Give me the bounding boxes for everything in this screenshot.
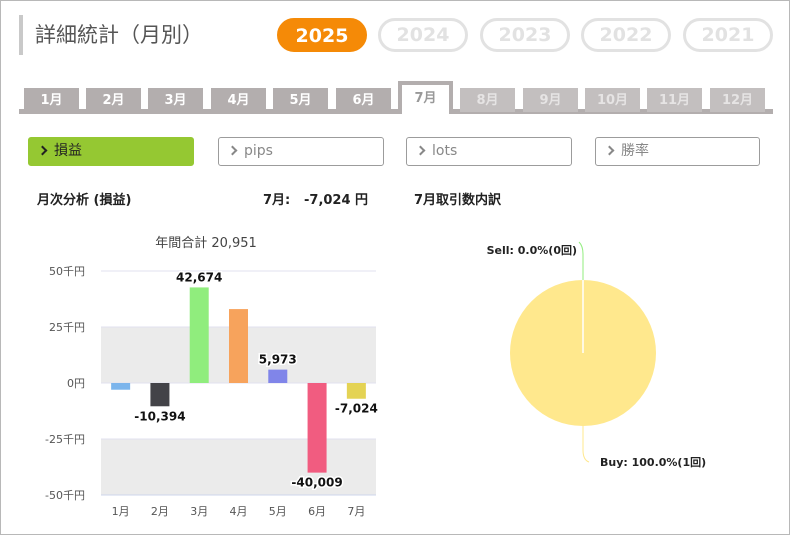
label-connector	[578, 241, 584, 280]
year-button-2025[interactable]: 2025	[277, 18, 367, 52]
bar	[268, 369, 288, 383]
tab-month-1[interactable]: 1月	[24, 88, 79, 112]
month-summary-value: -7,024 円	[304, 193, 369, 208]
tab-month-5[interactable]: 5月	[273, 88, 328, 112]
bar	[229, 309, 248, 383]
metric-button-profit[interactable]: 損益	[28, 137, 194, 166]
monthly-profit-chart: 年間合計 20,951 50千円 25千円 0円 -25千円 -50千円 1月 2月 -10,…	[45, 235, 379, 518]
analysis-heading: 月次分析 (損益)	[37, 193, 132, 208]
data-label: -10,394	[134, 409, 185, 423]
breakdown-heading: 7月取引数内訳	[414, 193, 502, 208]
year-button-2021[interactable]: 2021	[683, 18, 773, 52]
x-tick-label: 6月	[308, 505, 326, 518]
page-title: 詳細統計（月別）	[19, 15, 203, 55]
month-tabs: 1月 2月 3月 4月 5月 6月 7月 8月 9月 10月 11月 12月	[19, 81, 773, 115]
y-tick-label: -50千円	[45, 489, 85, 502]
metric-label: lots	[432, 143, 458, 159]
pie-label-buy: Buy: 100.0%(1回)	[600, 455, 706, 469]
metric-label: 勝率	[621, 143, 649, 159]
metric-label: 損益	[54, 143, 82, 159]
stats-panel: 詳細統計（月別） 2025 2024 2023 2022 2021 1月 2月 …	[0, 0, 790, 535]
data-label: -40,009	[291, 476, 342, 490]
tab-month-9[interactable]: 9月	[523, 88, 578, 112]
y-tick-label: 50千円	[49, 265, 85, 278]
x-tick-label: 2月	[151, 505, 169, 518]
y-tick-label: 25千円	[49, 321, 85, 334]
bar	[150, 383, 170, 407]
y-tick-label: -25千円	[45, 433, 85, 446]
chevron-right-icon	[604, 145, 615, 156]
month-summary-label: 7月:	[263, 193, 291, 208]
year-button-2024[interactable]: 2024	[378, 18, 468, 52]
chevron-right-icon	[227, 145, 238, 156]
tab-month-8[interactable]: 8月	[460, 88, 515, 112]
x-tick-label: 4月	[230, 505, 248, 518]
chart-title: 年間合計 20,951	[155, 235, 257, 251]
year-button-2023[interactable]: 2023	[480, 18, 570, 52]
x-tick-label: 7月	[347, 505, 365, 518]
tab-month-7[interactable]: 7月	[398, 81, 453, 114]
pie-label-sell: Sell: 0.0%(0回)	[487, 243, 577, 257]
data-label: 42,674	[176, 270, 222, 284]
tab-month-10[interactable]: 10月	[585, 88, 640, 112]
tab-month-4[interactable]: 4月	[211, 88, 266, 112]
tab-month-2[interactable]: 2月	[86, 88, 141, 112]
data-label: -7,024	[335, 402, 378, 416]
chevron-right-icon	[415, 145, 426, 156]
y-tick-label: 0円	[67, 377, 85, 390]
x-tick-label: 1月	[112, 505, 130, 518]
bar	[111, 383, 131, 390]
metric-button-winrate[interactable]: 勝率	[595, 137, 760, 166]
metric-label: pips	[244, 143, 273, 159]
x-tick-label: 5月	[269, 505, 287, 518]
tab-month-6[interactable]: 6月	[336, 88, 391, 112]
bar	[307, 383, 327, 473]
trade-breakdown-chart: Sell: 0.0%(0回) Buy: 100.0%(1回)	[487, 241, 706, 469]
x-tick-label: 3月	[190, 505, 208, 518]
bar	[346, 383, 366, 399]
tab-month-11[interactable]: 11月	[647, 88, 702, 112]
tab-month-12[interactable]: 12月	[710, 88, 765, 112]
data-label: 5,973	[259, 353, 297, 367]
chevron-right-icon	[37, 145, 48, 156]
metric-button-lots[interactable]: lots	[406, 137, 572, 166]
metric-button-pips[interactable]: pips	[218, 137, 384, 166]
year-button-2022[interactable]: 2022	[581, 18, 671, 52]
label-connector	[582, 426, 590, 463]
bar	[189, 287, 209, 383]
tab-month-3[interactable]: 3月	[148, 88, 203, 112]
